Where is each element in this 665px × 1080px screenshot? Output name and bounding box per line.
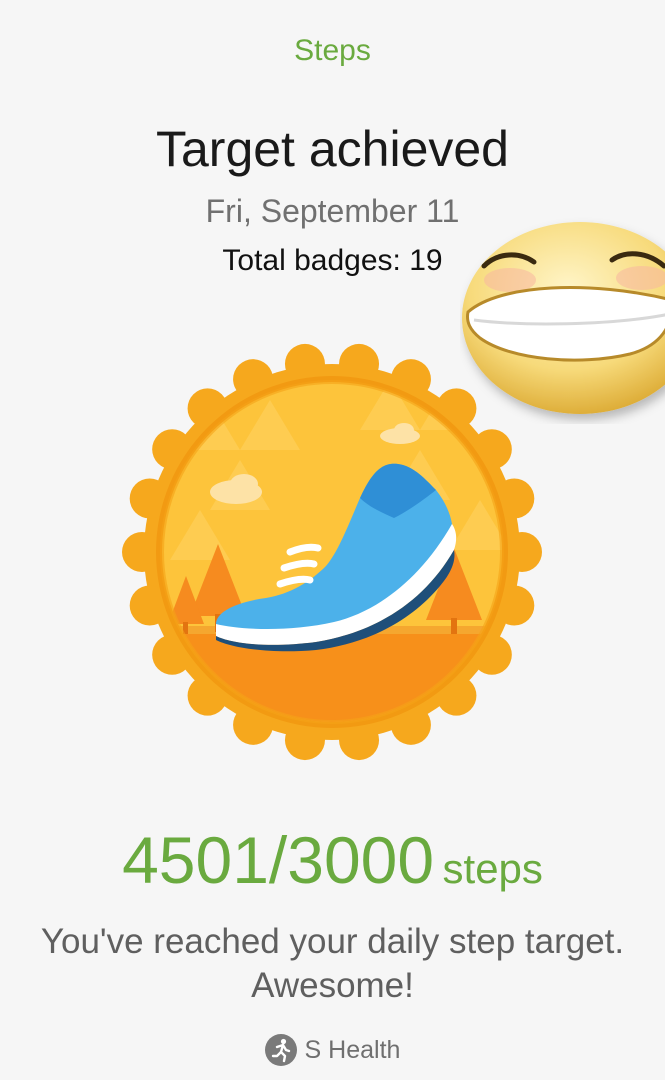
achievement-title: Target achieved: [155, 121, 509, 177]
achievement-message: You've reached your daily step target. A…: [40, 922, 625, 1005]
screen-title: Steps: [294, 34, 371, 67]
app-branding: S Health: [0, 1034, 665, 1073]
grinning-face-emoji: [460, 214, 665, 424]
target-achieved-screen: Steps Target achieved Fri, September 11 …: [0, 0, 665, 1080]
step-count-value: 4501/3000: [122, 823, 435, 897]
step-count-unit: steps: [442, 845, 543, 892]
step-count-display: 4501/3000 steps: [0, 822, 665, 898]
app-name-label: S Health: [304, 1035, 401, 1064]
running-person-icon: [264, 1034, 297, 1066]
